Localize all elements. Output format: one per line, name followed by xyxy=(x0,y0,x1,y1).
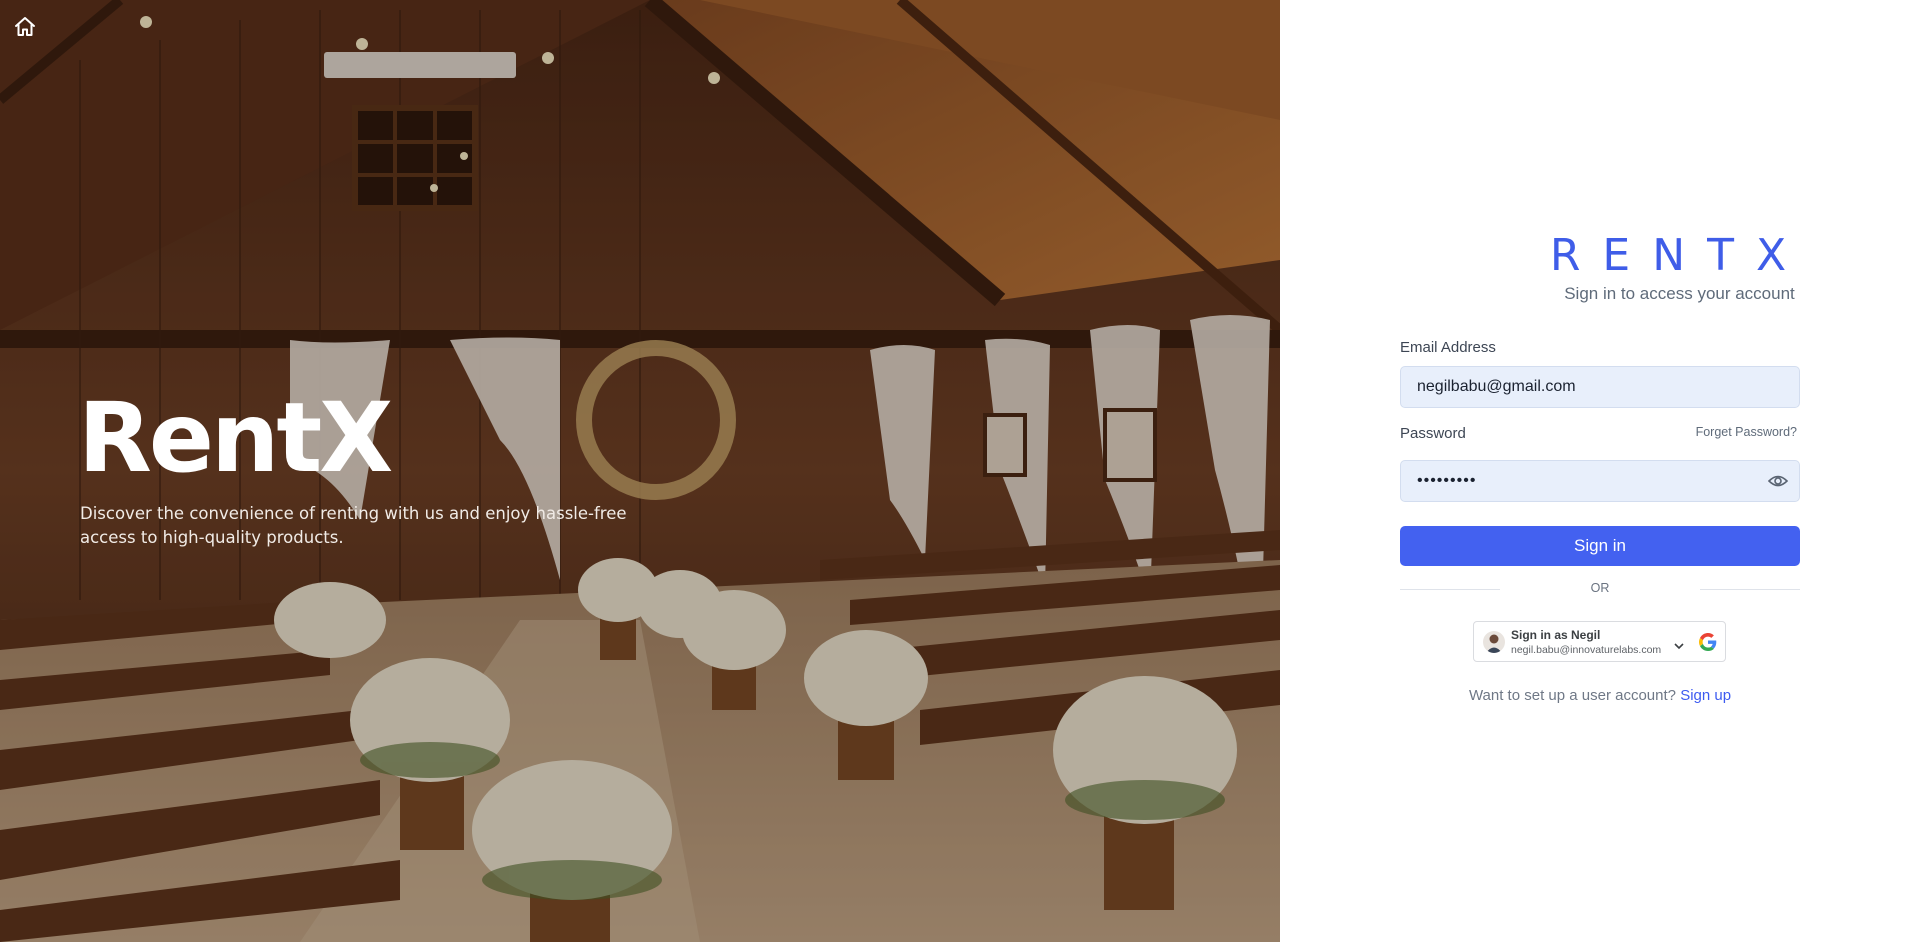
hero-title: RentX xyxy=(78,382,393,494)
google-account-email: negil.babu@innovaturelabs.com xyxy=(1511,644,1662,656)
avatar xyxy=(1483,631,1505,653)
or-text: OR xyxy=(1590,581,1610,595)
hero-panel: RentX Discover the convenience of rentin… xyxy=(0,0,1280,942)
signup-prompt: Want to set up a user account? Sign up xyxy=(1400,687,1800,704)
login-page: RentX Discover the convenience of rentin… xyxy=(0,0,1917,942)
signup-prompt-text: Want to set up a user account? xyxy=(1468,687,1677,704)
hero-tagline: Discover the convenience of renting with… xyxy=(80,504,627,547)
home-button[interactable] xyxy=(12,14,38,40)
brand-logo-text: RENTX xyxy=(1550,232,1808,276)
chevron-down-icon xyxy=(1674,643,1684,650)
eye-icon[interactable] xyxy=(1768,472,1788,490)
or-divider: OR xyxy=(1400,579,1800,599)
google-account-name: Sign in as Negil xyxy=(1511,628,1601,642)
signin-subtitle: Sign in to access your account xyxy=(1564,284,1795,303)
google-signin-button[interactable]: Sign in as Negil negil.babu@innovaturela… xyxy=(1473,621,1726,662)
home-icon xyxy=(15,17,35,36)
email-field[interactable] xyxy=(1400,366,1800,408)
password-label: Password xyxy=(1400,425,1466,442)
google-logo-icon xyxy=(1699,633,1717,651)
password-field[interactable] xyxy=(1400,460,1800,502)
signin-button[interactable]: Sign in xyxy=(1400,526,1800,566)
signup-link[interactable]: Sign up xyxy=(1680,687,1731,704)
brand-logo: RENTX xyxy=(1550,232,1808,276)
forgot-password-link[interactable]: Forget Password? xyxy=(1696,425,1797,439)
signin-panel: RENTX Sign in to access your account Ema… xyxy=(1280,0,1917,942)
email-label: Email Address xyxy=(1400,339,1496,356)
divider-line-right xyxy=(1700,589,1800,590)
